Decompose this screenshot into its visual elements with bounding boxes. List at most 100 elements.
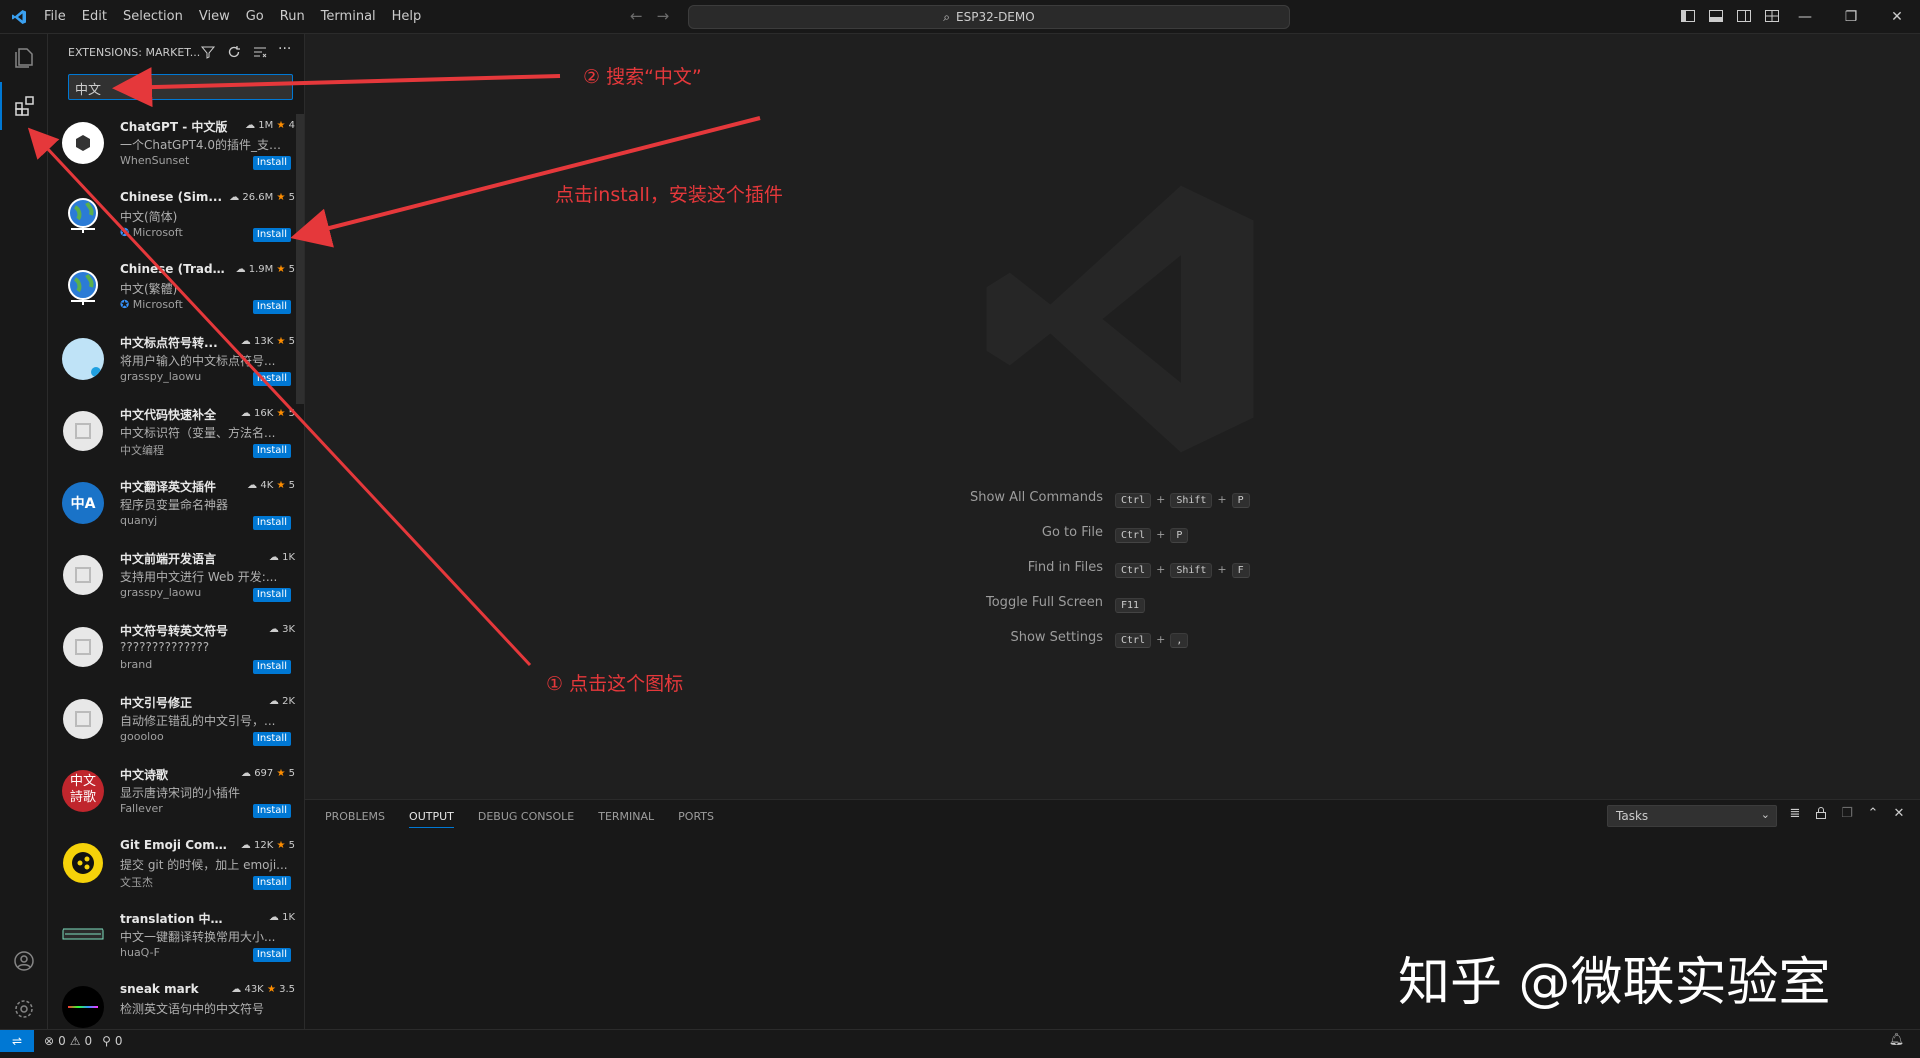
- shortcut-label[interactable]: Show Settings: [855, 630, 1115, 645]
- command-center-label: ESP32-DEMO: [956, 10, 1035, 24]
- shortcut-label[interactable]: Toggle Full Screen: [855, 595, 1115, 610]
- toggle-panel-icon[interactable]: [1708, 8, 1724, 24]
- menu-terminal[interactable]: Terminal: [313, 0, 384, 34]
- extension-item[interactable]: translation 中文翻译... ☁ 1K 中文一键翻译转换常用大小... h…: [48, 904, 304, 976]
- forward-arrow-icon[interactable]: →: [657, 7, 670, 25]
- extension-item[interactable]: 中文标点符号转... ☁ 13K ★ 5 将用户输入的中文标点符号... grassp…: [48, 328, 304, 400]
- menu-file[interactable]: File: [36, 0, 74, 34]
- extension-description: 中文(简体): [120, 210, 178, 224]
- extension-item[interactable]: 中A 中文翻译英文插件 ☁ 4K ★ 5 程序员变量命名神器 quanyj Install: [48, 472, 304, 544]
- globe-icon: [62, 266, 104, 308]
- install-button[interactable]: Install: [252, 444, 291, 458]
- maximize-panel-icon[interactable]: ⌃: [1865, 806, 1881, 822]
- refresh-icon[interactable]: [226, 44, 242, 60]
- toggle-primary-sidebar-icon[interactable]: [1680, 8, 1696, 24]
- install-button[interactable]: Install: [252, 876, 291, 890]
- install-button[interactable]: Install: [252, 228, 291, 242]
- shortcut-label[interactable]: Go to File: [855, 525, 1115, 540]
- extension-item[interactable]: Chinese (Tradi... ☁ 1.9M ★ 5 中文(繁體) ✪ Micro…: [48, 256, 304, 328]
- shortcut-label[interactable]: Show All Commands: [855, 490, 1115, 505]
- back-arrow-icon[interactable]: ←: [630, 7, 643, 25]
- explorer-icon[interactable]: [0, 34, 48, 82]
- extension-item[interactable]: Git Emoji Com... ☁ 12K ★ 5 提交 git 的时候，加上 e…: [48, 832, 304, 904]
- remote-indicator-icon[interactable]: ⇌: [0, 1030, 34, 1052]
- more-actions-icon[interactable]: ···: [278, 42, 294, 60]
- close-icon[interactable]: ✕: [1874, 0, 1920, 34]
- install-button[interactable]: Install: [252, 372, 291, 386]
- extension-item[interactable]: 中文代码快速补全 ☁ 16K ★ 5 中文标识符（变量、方法名... 中文编程 Inst…: [48, 400, 304, 472]
- output-channel-select[interactable]: Tasks ⌄: [1607, 805, 1777, 827]
- extension-description: 支持用中文进行 Web 开发:...: [120, 570, 278, 584]
- install-button[interactable]: Install: [252, 804, 291, 818]
- panel-tab-terminal[interactable]: TERMINAL: [598, 810, 654, 828]
- lock-icon[interactable]: [1813, 806, 1829, 822]
- globe-icon: [62, 194, 104, 236]
- extension-item[interactable]: sneak mark ☁ 43K ★ 3.5 检测英文语句中的中文符号: [48, 976, 304, 1029]
- command-center[interactable]: ⌕ ESP32-DEMO: [688, 5, 1290, 29]
- extension-rating: 5: [288, 480, 295, 491]
- filter-icon[interactable]: [200, 44, 216, 60]
- install-button[interactable]: Install: [252, 588, 291, 602]
- clear-output-icon[interactable]: ≣: [1787, 806, 1803, 822]
- extensions-search-input[interactable]: 中文: [68, 74, 293, 100]
- extension-item[interactable]: ChatGPT - 中文版 ☁ 1M ★ 4 一个ChatGPT4.0的插件_支持.…: [48, 112, 304, 184]
- sidebar-scrollbar[interactable]: [296, 114, 304, 404]
- extension-item[interactable]: 中文引号修正 ☁ 2K 自动修正错乱的中文引号，... goooloo Install: [48, 688, 304, 760]
- install-button[interactable]: Install: [252, 948, 291, 962]
- minimize-icon[interactable]: —: [1782, 0, 1828, 34]
- ports-status[interactable]: ⚲ 0: [102, 1034, 122, 1048]
- panel-tab-ports[interactable]: PORTS: [678, 810, 714, 828]
- restore-icon[interactable]: ❐: [1828, 0, 1874, 34]
- account-icon[interactable]: [0, 937, 48, 985]
- ports-count: 0: [114, 1034, 123, 1048]
- customize-layout-icon[interactable]: [1764, 8, 1780, 24]
- panel-tab-debug-console[interactable]: DEBUG CONSOLE: [478, 810, 574, 828]
- menu-edit[interactable]: Edit: [74, 0, 115, 34]
- menu-view[interactable]: View: [191, 0, 238, 34]
- menu-run[interactable]: Run: [272, 0, 313, 34]
- extension-name: sneak mark: [120, 982, 199, 996]
- extensions-icon[interactable]: [0, 82, 48, 130]
- extension-description: 中文一键翻译转换常用大小...: [120, 930, 276, 944]
- poetry-icon: 中文 詩歌: [62, 770, 104, 812]
- install-button[interactable]: Install: [252, 660, 291, 674]
- extension-description: 一个ChatGPT4.0的插件_支持...: [120, 138, 292, 152]
- install-button[interactable]: Install: [252, 516, 291, 530]
- extension-item[interactable]: Chinese (Sim... ☁ 26.6M ★ 5 中文(简体) ✪ Micros…: [48, 184, 304, 256]
- extension-publisher: 中文编程: [120, 444, 164, 457]
- problems-status[interactable]: ⊗ 0 ⚠ 0: [44, 1034, 92, 1048]
- sidebar-header: EXTENSIONS: MARKET... ···: [48, 34, 304, 70]
- panel-tab-output[interactable]: OUTPUT: [409, 810, 454, 828]
- menu-help[interactable]: Help: [384, 0, 430, 34]
- extension-publisher: 文玉杰: [120, 876, 153, 889]
- keybinding-key: Ctrl: [1115, 632, 1152, 648]
- install-button[interactable]: Install: [252, 156, 291, 170]
- extension-publisher-row: quanyj: [120, 514, 157, 527]
- shortcut-row: Toggle Full Screen F11: [855, 585, 1355, 620]
- menu-selection[interactable]: Selection: [115, 0, 191, 34]
- install-button[interactable]: Install: [252, 732, 291, 746]
- shortcut-label[interactable]: Find in Files: [855, 560, 1115, 575]
- extension-name: 中文代码快速补全: [120, 408, 217, 422]
- extension-item[interactable]: 中文符号转英文符号 ☁ 3K ?????????????? brand Install: [48, 616, 304, 688]
- close-panel-icon[interactable]: ✕: [1891, 806, 1907, 822]
- settings-gear-icon[interactable]: [0, 985, 48, 1033]
- clear-results-icon[interactable]: [252, 44, 268, 60]
- keybinding-key: P: [1170, 527, 1189, 543]
- install-button[interactable]: Install: [252, 300, 291, 314]
- toggle-secondary-sidebar-icon[interactable]: [1736, 8, 1752, 24]
- extension-publisher: huaQ-F: [120, 946, 160, 959]
- menu-go[interactable]: Go: [238, 0, 272, 34]
- extension-stats: ☁ 12K ★ 5: [241, 840, 295, 851]
- translation-icon: [62, 914, 104, 956]
- default-ext-icon: [62, 626, 104, 668]
- panel-tab-problems[interactable]: PROBLEMS: [325, 810, 385, 828]
- extension-item[interactable]: 中文 詩歌 中文诗歌 ☁ 697 ★ 5 显示唐诗宋词的小插件 Fallever Insta…: [48, 760, 304, 832]
- notifications-bell-icon[interactable]: 🔔︎: [1889, 1032, 1904, 1046]
- extension-downloads: 1.9M: [248, 264, 274, 275]
- extension-publisher-row: WhenSunset: [120, 154, 189, 167]
- copy-icon[interactable]: ❐: [1839, 806, 1855, 822]
- annotation-install-hint: 点击install，安装这个插件: [555, 184, 783, 206]
- extension-item[interactable]: 中文前端开发语言 ☁ 1K 支持用中文进行 Web 开发:... grasspy_l…: [48, 544, 304, 616]
- download-cloud-icon: ☁: [268, 912, 279, 923]
